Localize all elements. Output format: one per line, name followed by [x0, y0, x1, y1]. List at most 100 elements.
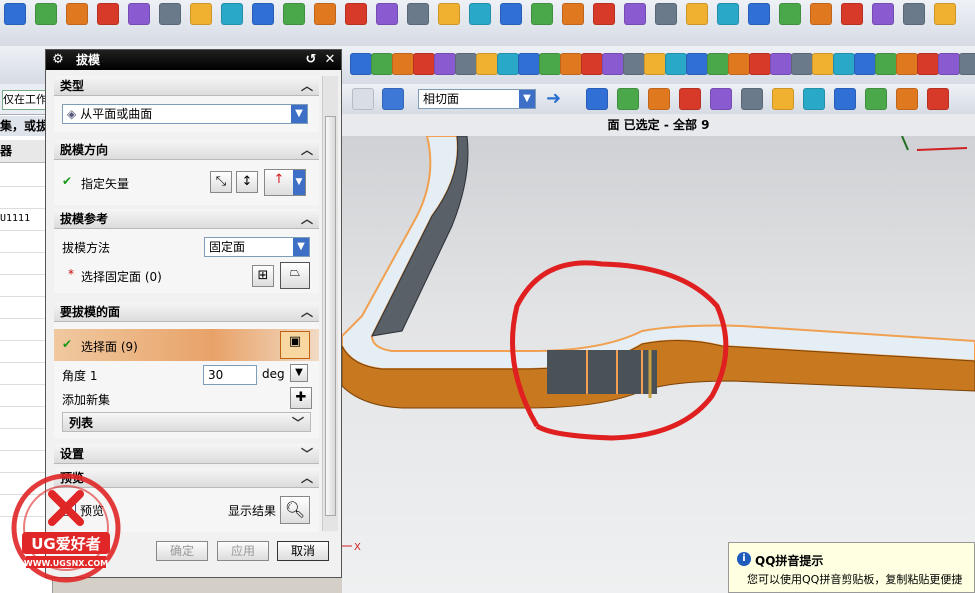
toolbar-tool-icon[interactable] [741, 88, 763, 110]
toolbar-tool-icon[interactable] [748, 3, 770, 25]
toolbar-tool-icon[interactable] [128, 3, 150, 25]
face-rule-dropdown[interactable]: 相切面 ▼ [418, 89, 536, 109]
toolbar-tool-icon[interactable] [35, 3, 57, 25]
type-dropdown[interactable]: ◈ 从平面或曲面 ▼ [62, 104, 308, 124]
toolbar-tool-icon[interactable] [841, 3, 863, 25]
toolbar-tool-icon[interactable] [593, 3, 615, 25]
toolbar-tool-icon[interactable] [586, 88, 608, 110]
toolbar-tool-icon[interactable] [469, 3, 491, 25]
arrow-right-icon[interactable]: ➜ [546, 88, 561, 109]
gear-icon[interactable]: ⚙ [50, 52, 66, 68]
toolbar-tool-icon[interactable] [314, 3, 336, 25]
toolbar-tool-icon[interactable] [434, 53, 456, 75]
toolbar-tool-icon[interactable] [938, 53, 960, 75]
wcs-icon[interactable] [382, 88, 404, 110]
add-set-icon[interactable]: ✚ [290, 387, 312, 409]
toolbar-tool-icon[interactable] [438, 3, 460, 25]
toolbar-tool-icon[interactable] [679, 88, 701, 110]
toolbar-tool-icon[interactable] [531, 3, 553, 25]
magnifier-icon[interactable]: 🔍︎ [280, 496, 310, 524]
toolbar-tool-icon[interactable] [624, 3, 646, 25]
apply-button[interactable]: 应用 [217, 541, 269, 561]
toolbar-tool-icon[interactable] [834, 88, 856, 110]
toolbar-tool-icon[interactable] [66, 3, 88, 25]
toolbar-tool-icon[interactable] [772, 88, 794, 110]
toolbar-tool-icon[interactable] [648, 88, 670, 110]
graphics-window[interactable]: X [342, 136, 975, 593]
toolbar-tool-icon[interactable] [865, 88, 887, 110]
toolbar-tool-icon[interactable] [581, 53, 603, 75]
toolbar-tool-icon[interactable] [959, 53, 975, 75]
toolbar-tool-icon[interactable] [500, 3, 522, 25]
toolbar-tool-icon[interactable] [803, 88, 825, 110]
select-face-row[interactable]: ✔ 选择面 (9) ▣ [54, 329, 319, 361]
toolbar-tool-icon[interactable] [927, 88, 949, 110]
section-faces-header[interactable]: 要拔模的面 ︿ [54, 302, 319, 322]
toolbar-tool-icon[interactable] [896, 88, 918, 110]
cancel-button[interactable]: 取消 [277, 541, 329, 561]
section-draw-direction-header[interactable]: 脱模方向 ︿ [54, 140, 319, 160]
toolbar-tool-icon[interactable] [252, 3, 274, 25]
toolbar-tool-icon[interactable] [875, 53, 897, 75]
toolbar-tool-icon[interactable] [392, 53, 414, 75]
toolbar-tool-icon[interactable] [854, 53, 876, 75]
toolbar-tool-icon[interactable] [934, 3, 956, 25]
angle-input[interactable]: 30 [203, 365, 257, 385]
toolbar-tool-icon[interactable] [562, 3, 584, 25]
toolbar-tool-icon[interactable] [97, 3, 119, 25]
toolbar-tool-icon[interactable] [4, 3, 26, 25]
toolbar-tool-icon[interactable] [283, 3, 305, 25]
toolbar-tool-icon[interactable] [717, 3, 739, 25]
section-settings-header[interactable]: 设置 ﹀ [54, 444, 319, 464]
toolbar-tool-icon[interactable] [407, 3, 429, 25]
select-fixed-face-label[interactable]: 选择固定面 (0) [81, 268, 162, 285]
toolbar-tool-icon[interactable] [770, 53, 792, 75]
toolbar-tool-icon[interactable] [617, 88, 639, 110]
angle-options-icon[interactable]: ▼ [290, 364, 308, 382]
toolbar-tool-icon[interactable] [518, 53, 540, 75]
vector-dialog-icon[interactable]: ⤡ [210, 171, 232, 193]
toolbar-tool-icon[interactable] [476, 53, 498, 75]
toolbar-tool-icon[interactable] [376, 3, 398, 25]
toolbar-tool-icon[interactable] [644, 53, 666, 75]
face-select-icon[interactable]: ⊞ [252, 265, 274, 287]
face-cube-icon[interactable]: ▣ [280, 331, 310, 359]
toolbar-tool-icon[interactable] [903, 3, 925, 25]
section-type-header[interactable]: 类型 ︿ [54, 76, 319, 96]
toolbar-tool-icon[interactable] [812, 53, 834, 75]
toolbar-tool-icon[interactable] [602, 53, 624, 75]
ok-button[interactable]: 确定 [156, 541, 208, 561]
toolbar-tool-icon[interactable] [655, 3, 677, 25]
section-draft-reference-header[interactable]: 拔模参考 ︿ [54, 209, 319, 229]
toolbar-tool-icon[interactable] [872, 3, 894, 25]
toolbar-tool-icon[interactable] [345, 3, 367, 25]
toolbar-tool-icon[interactable] [221, 3, 243, 25]
toolbar-tool-icon[interactable] [560, 53, 582, 75]
toolbar-tool-icon[interactable] [810, 3, 832, 25]
toolbar-tool-icon[interactable] [539, 53, 561, 75]
toolbar-tool-icon[interactable] [707, 53, 729, 75]
close-icon[interactable]: ✕ [322, 52, 338, 68]
list-header[interactable]: 列表 ﹀ [62, 412, 311, 432]
toolbar-tool-icon[interactable] [896, 53, 918, 75]
reverse-direction-icon[interactable]: ↕ [236, 171, 258, 193]
vector-inference-dropdown[interactable]: ↑ ▼ [264, 169, 306, 196]
toolbar-tool-icon[interactable] [686, 53, 708, 75]
toolbar-tool-icon[interactable] [710, 88, 732, 110]
toolbar-tool-icon[interactable] [371, 53, 393, 75]
toolbar-tool-icon[interactable] [833, 53, 855, 75]
toolbar-tool-icon[interactable] [779, 3, 801, 25]
toolbar-tool-icon[interactable] [497, 53, 519, 75]
toolbar-tool-icon[interactable] [917, 53, 939, 75]
toolbar-tool-icon[interactable] [665, 53, 687, 75]
view-triad-icon[interactable] [352, 88, 374, 110]
fixed-plane-icon[interactable]: ⏢ [280, 262, 310, 289]
toolbar-tool-icon[interactable] [413, 53, 435, 75]
dialog-scrollbar[interactable] [322, 76, 338, 531]
toolbar-tool-icon[interactable] [623, 53, 645, 75]
toolbar-tool-icon[interactable] [190, 3, 212, 25]
toolbar-tool-icon[interactable] [791, 53, 813, 75]
scrollbar-thumb[interactable] [325, 116, 336, 516]
toolbar-tool-icon[interactable] [455, 53, 477, 75]
toolbar-tool-icon[interactable] [728, 53, 750, 75]
